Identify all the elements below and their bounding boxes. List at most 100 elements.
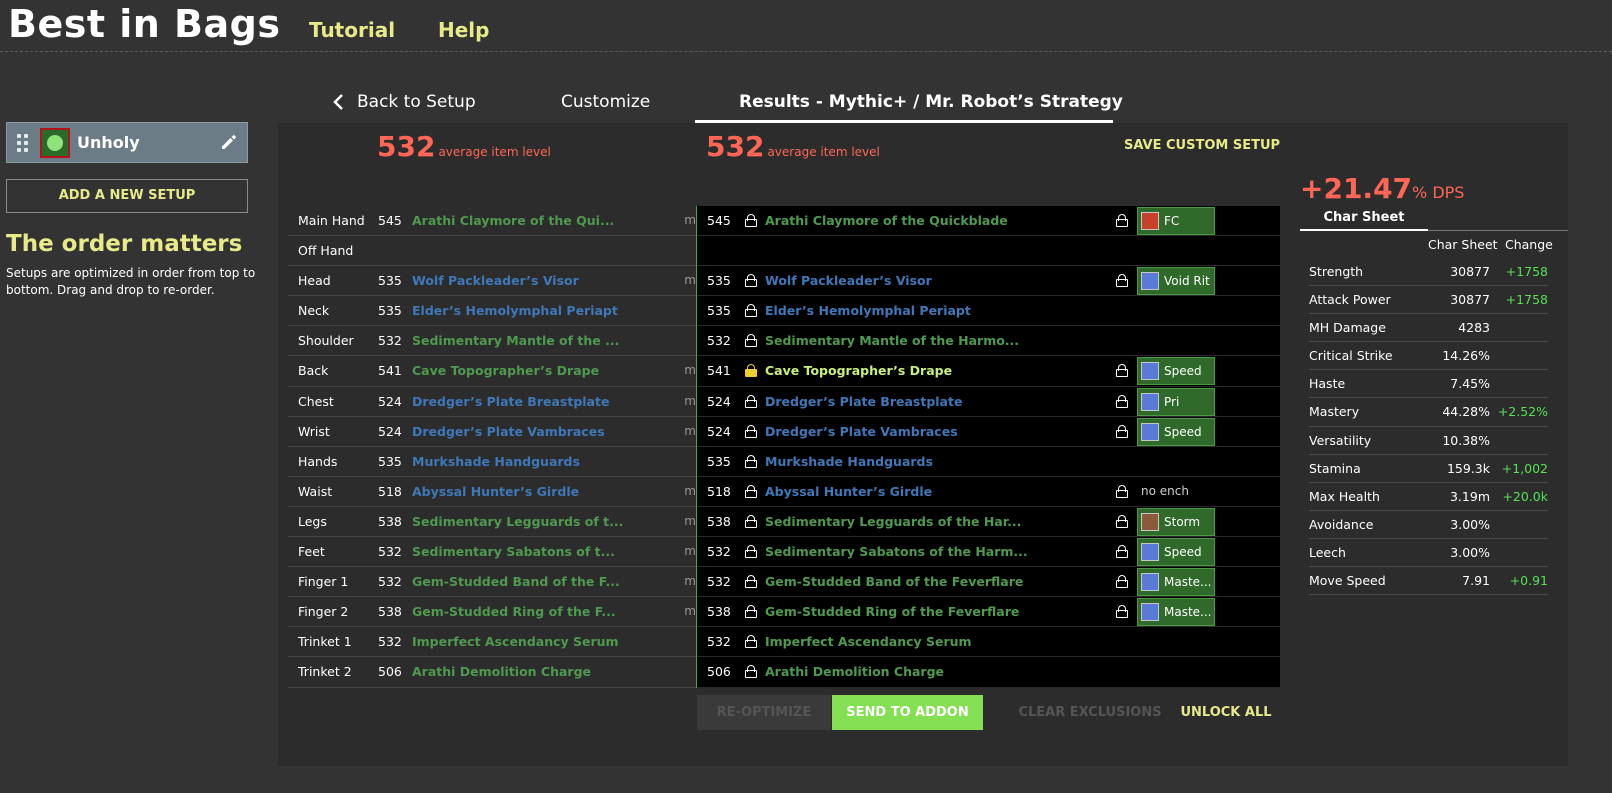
tab-customize[interactable]: Customize: [561, 92, 650, 112]
item-name[interactable]: Imperfect Ascendancy Serum: [765, 634, 972, 649]
item-lock-icon[interactable]: [745, 635, 757, 649]
nav-tutorial[interactable]: Tutorial: [309, 18, 395, 42]
enchant-lock-icon[interactable]: [1116, 394, 1128, 408]
stat-name: Attack Power: [1309, 292, 1391, 308]
item-name[interactable]: Sedimentary Mantle of the ...: [412, 333, 619, 348]
item-lock-icon[interactable]: [745, 575, 757, 589]
item-name[interactable]: Imperfect Ascendancy Serum: [412, 634, 619, 649]
tab-back-to-setup[interactable]: Back to Setup: [357, 92, 476, 112]
enchant-badge[interactable]: Void Rit: [1137, 267, 1215, 296]
item-level: 524: [378, 393, 402, 409]
enchant-lock-icon[interactable]: [1116, 214, 1128, 227]
item-lock-icon[interactable]: [745, 214, 757, 227]
item-name[interactable]: Elder’s Hemolymphal Periapt: [765, 303, 971, 318]
add-new-setup-button[interactable]: ADD A NEW SETUP: [6, 179, 248, 213]
order-matters-text: Setups are optimized in order from top t…: [6, 266, 256, 297]
enchant-lock-icon[interactable]: [1116, 514, 1128, 528]
item-lock-icon[interactable]: [745, 424, 757, 438]
enchant-badge[interactable]: Pri: [1137, 387, 1215, 416]
enchant-badge[interactable]: FC: [1137, 207, 1215, 235]
enchant-badge[interactable]: Speed: [1137, 538, 1215, 567]
item-name[interactable]: Gem-Studded Ring of the Feverflare: [765, 604, 1019, 619]
enchant-lock-icon[interactable]: [1116, 545, 1128, 559]
item-level: 535: [378, 453, 402, 469]
item-lock-icon[interactable]: [745, 484, 757, 498]
enchant-lock-icon[interactable]: [1116, 424, 1128, 438]
item-name[interactable]: Sedimentary Mantle of the Harmo...: [765, 333, 1019, 348]
edit-pencil-icon[interactable]: [219, 132, 239, 152]
item-lock-icon[interactable]: [745, 605, 757, 619]
enchant-badge[interactable]: Maste...: [1137, 568, 1215, 597]
gear-row-optimized: [697, 236, 1280, 267]
save-custom-setup-button[interactable]: SAVE CUSTOM SETUP: [1124, 138, 1280, 153]
slot-name: Finger 2: [298, 604, 349, 620]
stat-name: Versatility: [1309, 432, 1372, 448]
item-name[interactable]: Cave Topographer’s Drape: [765, 363, 952, 378]
item-name[interactable]: Arathi Claymore of the Qui...: [412, 213, 614, 228]
tab-char-sheet[interactable]: Char Sheet: [1300, 210, 1428, 225]
enchant-lock-icon[interactable]: [1116, 605, 1128, 619]
item-lock-icon[interactable]: [745, 274, 757, 288]
item-name[interactable]: Elder’s Hemolymphal Periapt: [412, 303, 618, 318]
item-level: 532: [378, 333, 402, 349]
item-name[interactable]: Gem-Studded Band of the F...: [412, 574, 620, 589]
item-name[interactable]: Sedimentary Legguards of the Har...: [765, 514, 1021, 529]
item-name[interactable]: Dredger’s Plate Breastplate: [765, 394, 962, 409]
clear-exclusions-button[interactable]: CLEAR EXCLUSIONS: [1010, 695, 1170, 730]
item-name[interactable]: Murkshade Handguards: [412, 454, 580, 469]
item-name[interactable]: Arathi Demolition Charge: [412, 664, 591, 679]
tab-results[interactable]: Results - Mythic+ / Mr. Robot’s Strategy: [739, 92, 1123, 112]
item-lock-icon[interactable]: [745, 334, 757, 348]
item-name[interactable]: Arathi Claymore of the Quickblade: [765, 213, 1008, 228]
enchant-icon: [1141, 212, 1159, 230]
enchant-label: Storm: [1164, 514, 1201, 529]
item-name[interactable]: Sedimentary Sabatons of t...: [412, 544, 615, 559]
item-name[interactable]: Sedimentary Sabatons of the Harm...: [765, 544, 1028, 559]
item-name[interactable]: Sedimentary Legguards of t...: [412, 514, 623, 529]
gear-row: Main Hand 545 Arathi Claymore of the Qui..…: [288, 206, 696, 237]
item-name[interactable]: Murkshade Handguards: [765, 454, 933, 469]
item-name[interactable]: Gem-Studded Band of the Feverflare: [765, 574, 1023, 589]
enchant-badge[interactable]: Speed: [1137, 417, 1215, 446]
item-lock-icon[interactable]: [745, 304, 757, 318]
item-name[interactable]: Dredger’s Plate Breastplate: [412, 394, 609, 409]
item-lock-icon[interactable]: [745, 454, 757, 468]
item-name[interactable]: Arathi Demolition Charge: [765, 664, 944, 679]
item-name[interactable]: Gem-Studded Ring of the F...: [412, 604, 616, 619]
enchant-badge[interactable]: Storm: [1137, 507, 1215, 536]
item-lock-icon[interactable]: [745, 665, 757, 679]
gear-row: Shoulder 532 Sedimentary Mantle of the ...: [288, 326, 696, 357]
chevron-left-icon[interactable]: [333, 94, 345, 110]
setup-card-unholy[interactable]: Unholy: [6, 122, 248, 163]
enchant-badge[interactable]: Speed: [1137, 357, 1215, 386]
item-lock-icon[interactable]: [745, 364, 757, 378]
item-name[interactable]: Wolf Packleader’s Visor: [412, 273, 579, 288]
item-level: 524: [707, 423, 731, 439]
re-optimize-button[interactable]: RE-OPTIMIZE: [697, 695, 831, 730]
item-lock-icon[interactable]: [745, 394, 757, 408]
brand-logo[interactable]: Best in Bags: [8, 2, 280, 46]
enchant-lock-icon[interactable]: [1116, 575, 1128, 589]
item-name[interactable]: Cave Topographer’s Drape: [412, 363, 599, 378]
item-name[interactable]: Dredger’s Plate Vambraces: [765, 424, 958, 439]
enchant-lock-icon[interactable]: [1116, 364, 1128, 378]
item-level: 506: [707, 664, 731, 680]
enchant-label: Void Rit: [1164, 274, 1210, 289]
slot-name: Trinket 1: [298, 634, 352, 650]
send-to-addon-button[interactable]: SEND TO ADDON: [832, 695, 983, 730]
item-overflow-text: m: [684, 604, 696, 619]
item-name[interactable]: Abyssal Hunter’s Girdle: [765, 484, 932, 499]
item-name[interactable]: Wolf Packleader’s Visor: [765, 273, 932, 288]
item-lock-icon[interactable]: [745, 545, 757, 559]
stat-name: Avoidance: [1309, 516, 1374, 532]
gear-row-optimized: 538 Sedimentary Legguards of the Har... St…: [697, 507, 1280, 538]
enchant-badge[interactable]: Maste...: [1137, 598, 1215, 627]
unlock-all-button[interactable]: UNLOCK ALL: [1176, 695, 1276, 730]
item-lock-icon[interactable]: [745, 514, 757, 528]
nav-help[interactable]: Help: [438, 18, 489, 42]
item-name[interactable]: Dredger’s Plate Vambraces: [412, 424, 605, 439]
enchant-lock-icon[interactable]: [1116, 484, 1128, 498]
item-name[interactable]: Abyssal Hunter’s Girdle: [412, 484, 579, 499]
enchant-lock-icon[interactable]: [1116, 274, 1128, 288]
drag-handle-icon[interactable]: [17, 134, 29, 152]
